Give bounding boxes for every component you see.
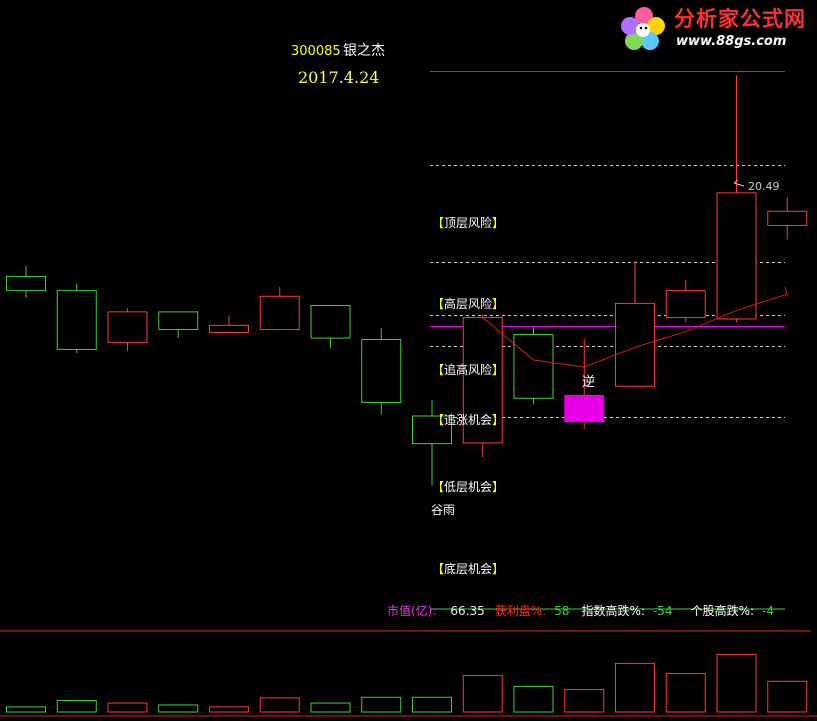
candle-body [209, 324, 249, 333]
candle [310, 305, 351, 348]
date-label: 2017.4.24 [298, 68, 380, 87]
stock-code: 300085 [291, 44, 341, 59]
candle [107, 308, 148, 351]
candle-body [56, 290, 97, 350]
logo-title: 分析家公式网 [674, 7, 806, 31]
candle-body-highlight [564, 394, 605, 423]
candle [513, 327, 554, 404]
volume-bar [513, 685, 554, 713]
candle [767, 197, 808, 240]
flower-logo-icon [621, 7, 665, 50]
profit-label: 获利盘%: [494, 604, 547, 618]
stock-name: 银之杰 [343, 43, 385, 59]
volume-bar [107, 702, 148, 713]
ni-label: 逆 [582, 375, 596, 390]
candle-body [6, 275, 46, 292]
volume-bar [259, 697, 300, 713]
volume-bar [615, 662, 655, 713]
zone-label-chase-chance: 【追涨机会】 [432, 413, 505, 427]
volume-bar [412, 696, 452, 713]
candle-body [716, 192, 757, 320]
candle [615, 260, 655, 387]
zone-label-bottom-chance: 【底层机会】 [432, 562, 505, 576]
volume-bar [158, 704, 199, 713]
peak-arrow [733, 179, 745, 187]
candle-body [615, 302, 655, 387]
candle-body [513, 334, 554, 399]
market-value-label: 市值(亿): [387, 604, 437, 618]
candle [56, 283, 97, 353]
candle-body [259, 295, 300, 331]
candle [209, 315, 249, 333]
info-row: 市值(亿): 66.35 获利盘%: 58 指数高跌%: -54 个股高跌%: -4 [387, 605, 774, 617]
candle [665, 280, 706, 323]
candle [259, 287, 300, 331]
index-drop-label: 指数高跌%: [581, 604, 645, 618]
candle-body [107, 311, 148, 343]
volume-bar [564, 689, 605, 713]
candle [462, 314, 503, 458]
volume-bar [716, 653, 757, 713]
logo: 分析家公式网 www.88gs.com [614, 4, 814, 54]
market-value: 66.35 [450, 604, 485, 618]
candles [6, 75, 808, 486]
volume-bars [6, 653, 808, 713]
guyu-label: 谷雨 [431, 503, 456, 517]
candle-body [310, 305, 351, 339]
zone-label-top-risk: 【顶层风险】 [432, 216, 505, 230]
candle [361, 328, 402, 415]
candle-body [665, 290, 706, 319]
profit-value: 58 [554, 604, 570, 618]
volume-bar [56, 699, 97, 713]
candle-body [767, 210, 808, 226]
logo-url: www.88gs.com [676, 34, 787, 49]
volume-bar [462, 675, 503, 713]
candle-body [158, 311, 199, 331]
candle-body [361, 339, 402, 404]
peak-value-label: 20.49 [748, 180, 780, 193]
volume-bar [310, 702, 351, 713]
stock-drop-label: 个股高跌%: [690, 604, 755, 618]
candle [6, 265, 46, 298]
volume-bar [767, 680, 808, 713]
volume-bar [361, 696, 402, 713]
candle [158, 311, 199, 339]
zone-label-low-chance: 【低层机会】 [432, 480, 505, 494]
volume-bar [209, 706, 249, 713]
candle [716, 75, 757, 323]
volume-bar [6, 706, 46, 713]
stock-drop-value: -4 [762, 604, 774, 618]
zone-label-high-risk: 【高层风险】 [432, 297, 505, 311]
volume-bar [665, 673, 706, 713]
index-drop-value: -54 [652, 604, 673, 618]
zone-label-chase-risk: 【追高风险】 [432, 363, 505, 377]
